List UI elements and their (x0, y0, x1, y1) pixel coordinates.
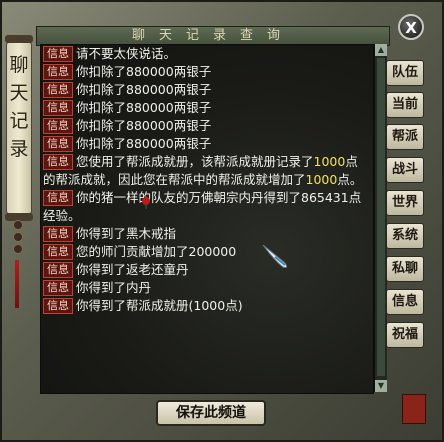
side-title-char: 聊 (9, 54, 29, 76)
channel-button-current[interactable]: 当前 (386, 92, 424, 118)
chat-message: 信息 你得到了黑木戒指 (41, 225, 369, 243)
channel-button-guild[interactable]: 帮派 (386, 124, 424, 150)
message-highlight-value: 1000 (313, 154, 346, 169)
side-title-scroll: 聊 天 记 录 (5, 35, 33, 221)
feather-cursor-icon (262, 244, 288, 268)
channel-button-battle[interactable]: 战斗 (386, 157, 424, 183)
chat-message: 信息 你扣除了880000两银子 (41, 135, 369, 153)
chat-message: 信息 你得到了帮派成就册(1000点) (41, 297, 369, 315)
message-text: 你得到了帮派成就册(1000点) (76, 298, 243, 313)
message-text: 你扣除了880000两银子 (76, 118, 212, 133)
info-channel-tag[interactable]: 信息 (43, 262, 73, 278)
channel-button-private[interactable]: 私聊 (386, 256, 424, 282)
side-title-char: 录 (9, 138, 29, 160)
info-channel-tag[interactable]: 信息 (43, 244, 73, 260)
info-channel-tag[interactable]: 信息 (43, 64, 73, 80)
chat-message: 信息 请不要太侠说话。 (41, 45, 369, 63)
tassel-ornament (10, 220, 24, 310)
message-text: 你得到了返老还童丹 (76, 262, 189, 277)
message-text: 您使用了帮派成就册，该帮派成就册记录了 (76, 154, 314, 169)
side-title-char: 记 (9, 110, 29, 132)
side-title-char: 天 (9, 82, 29, 104)
chat-log-panel: 信息 请不要太侠说话。 信息 你扣除了880000两银子 信息 你扣除了880000两银子… (40, 44, 374, 394)
chat-message: 信息 您的师门贡献增加了200000 (41, 243, 369, 261)
info-channel-tag[interactable]: 信息 (43, 100, 73, 116)
chat-message: 信息 你得到了内丹 (41, 279, 369, 297)
chat-message: 信息 你扣除了880000两银子 (41, 81, 369, 99)
scroll-rod-top (5, 35, 33, 43)
info-channel-tag[interactable]: 信息 (43, 82, 73, 98)
info-channel-tag[interactable]: 信息 (43, 46, 73, 62)
chat-message: 信息 你得到了返老还童丹 (41, 261, 369, 279)
message-text: 你扣除了880000两银子 (76, 136, 212, 151)
message-text: 你扣除了880000两银子 (76, 100, 212, 115)
chat-message: 信息 您使用了帮派成就册，该帮派成就册记录了1000点的帮派成就，因此您在帮派中的… (41, 153, 369, 189)
info-channel-tag[interactable]: 信息 (43, 154, 73, 170)
channel-button-system[interactable]: 系统 (386, 223, 424, 249)
window-title: 聊天记录查询 (131, 28, 294, 43)
message-text: 你得到了黑木戒指 (76, 226, 177, 241)
message-text: 你的猪一样的队友的万佛朝宗内丹得到了865431点经验。 (43, 190, 362, 223)
channel-button-info[interactable]: 信息 (386, 289, 424, 315)
info-channel-tag[interactable]: 信息 (43, 118, 73, 134)
scroll-up-icon[interactable]: ▲ (375, 44, 387, 56)
chat-log-window: 聊 天 记 录 聊天记录查询 X 信息 请不要太侠说话。 信息 你扣除了880000两… (0, 0, 444, 442)
message-list: 信息 请不要太侠说话。 信息 你扣除了880000两银子 信息 你扣除了880000两银子… (41, 45, 369, 315)
scrollbar-track[interactable] (377, 58, 385, 376)
chat-message: 信息 你扣除了880000两银子 (41, 63, 369, 81)
scroll-down-icon[interactable]: ▼ (375, 380, 387, 392)
info-channel-tag[interactable]: 信息 (43, 298, 73, 314)
message-text: 点。 (337, 172, 363, 187)
info-channel-tag[interactable]: 信息 (43, 136, 73, 152)
channel-button-world[interactable]: 世界 (386, 190, 424, 216)
chat-message: 信息 你扣除了880000两银子 (41, 99, 369, 117)
seal-stamp (402, 394, 426, 424)
info-channel-tag[interactable]: 信息 (43, 280, 73, 296)
channel-button-blessing[interactable]: 祝福 (386, 322, 424, 348)
close-button[interactable]: X (398, 14, 424, 40)
message-text: 你扣除了880000两银子 (76, 64, 212, 79)
flower-icon (142, 197, 150, 209)
channel-button-team[interactable]: 队伍 (386, 60, 424, 86)
side-title: 聊 天 记 录 (7, 51, 31, 163)
message-highlight-value: 1000 (305, 172, 338, 187)
message-text: 你得到了内丹 (76, 280, 152, 295)
message-text: 您的师门贡献增加了200000 (76, 244, 237, 259)
title-bar: 聊天记录查询 (36, 26, 390, 46)
info-channel-tag[interactable]: 信息 (43, 226, 73, 242)
chat-message: 信息 你扣除了880000两银子 (41, 117, 369, 135)
save-channel-button[interactable]: 保存此频道 (156, 400, 266, 426)
message-text: 你扣除了880000两银子 (76, 82, 212, 97)
chat-message: 信息 你的猪一样的队友的万佛朝宗内丹得到了865431点经验。 (41, 189, 369, 225)
message-text: 请不要太侠说话。 (76, 46, 177, 61)
info-channel-tag[interactable]: 信息 (43, 190, 73, 206)
